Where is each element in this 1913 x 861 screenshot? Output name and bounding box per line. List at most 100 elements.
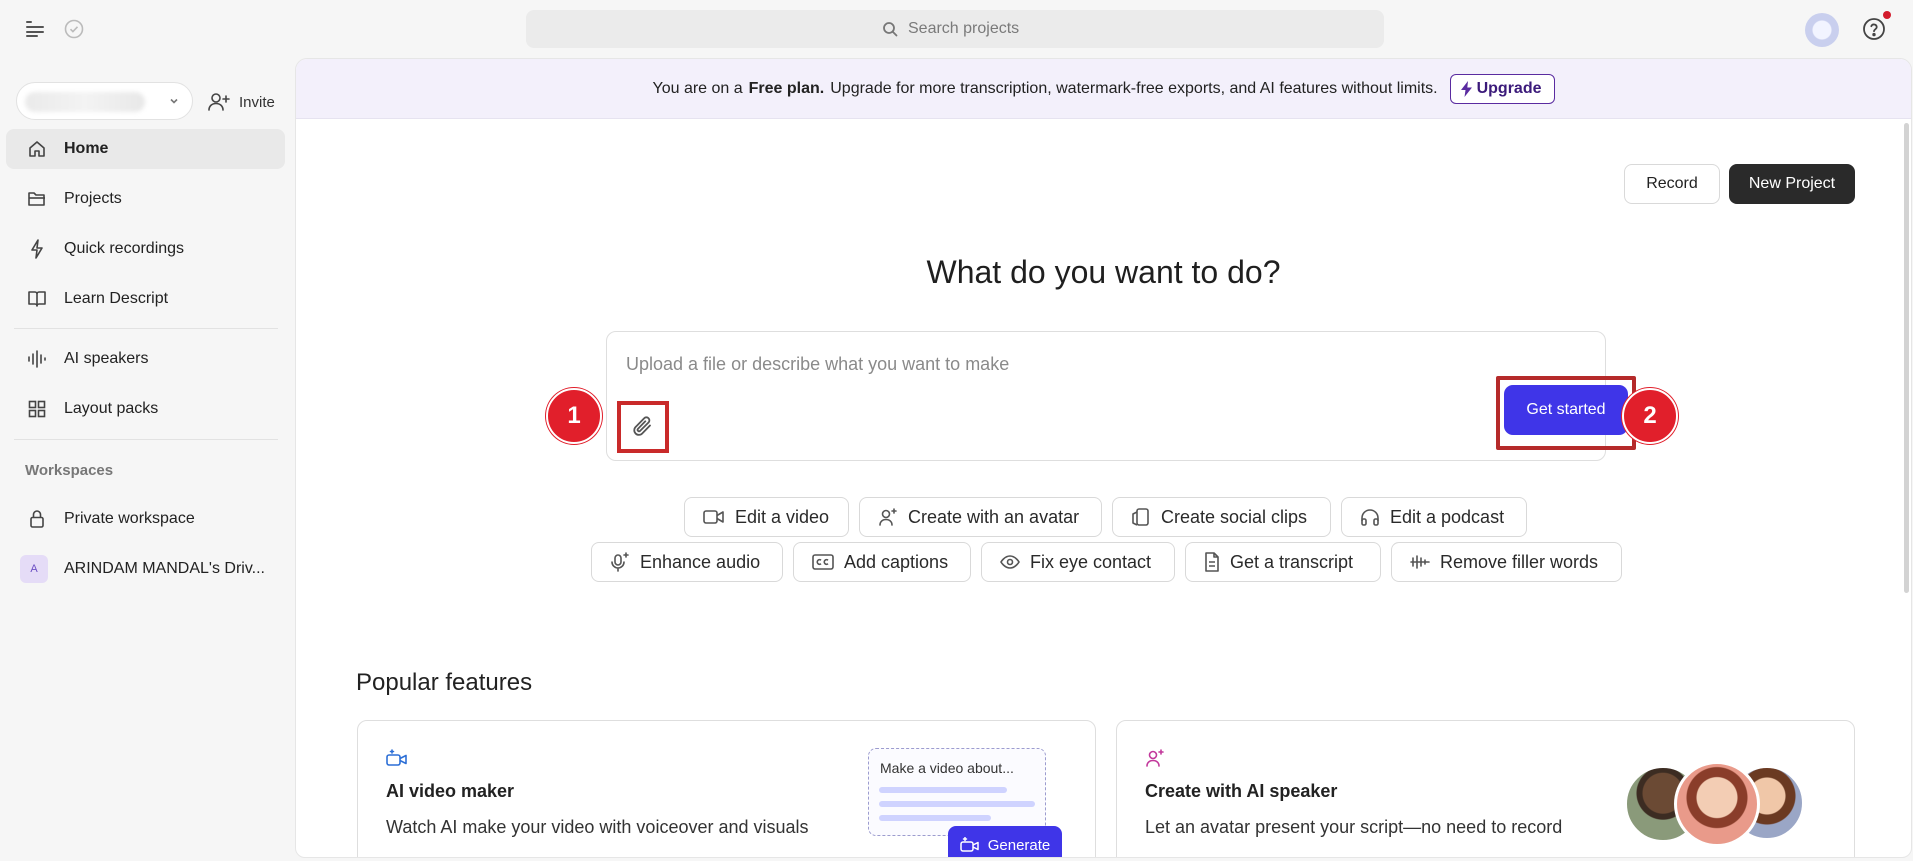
- chip-label: Fix eye contact: [1030, 551, 1152, 572]
- chip-create-avatar[interactable]: Create with an avatar: [859, 497, 1102, 537]
- chip-label: Add captions: [844, 551, 949, 572]
- sidebar-item-layout-packs[interactable]: Layout packs: [6, 389, 285, 429]
- generate-button[interactable]: Generate: [948, 826, 1062, 857]
- workspace-selector[interactable]: [16, 82, 193, 120]
- lightning-icon: [6, 239, 64, 259]
- search-icon: [882, 21, 898, 37]
- preview-text: Make a video about...: [880, 760, 1014, 776]
- new-project-button[interactable]: New Project: [1729, 164, 1855, 204]
- ai-video-icon: [386, 749, 408, 767]
- search-bar[interactable]: [526, 10, 1384, 48]
- preview-line: [879, 815, 991, 821]
- attach-file-button[interactable]: [617, 401, 669, 453]
- chip-edit-podcast[interactable]: Edit a podcast: [1341, 497, 1527, 537]
- sidebar-menu-icon[interactable]: [24, 18, 46, 40]
- help-icon[interactable]: [1862, 17, 1888, 43]
- plan-banner: You are on a Free plan. Upgrade for more…: [296, 59, 1911, 119]
- add-user-icon: [208, 92, 230, 112]
- chip-label: Remove filler words: [1440, 551, 1599, 572]
- card-title: AI video maker: [386, 781, 515, 801]
- scrollbar[interactable]: [1904, 123, 1909, 593]
- upgrade-button[interactable]: Upgrade: [1449, 73, 1555, 104]
- banner-plan: Free plan.: [748, 79, 825, 97]
- ai-video-icon: [959, 837, 980, 853]
- chip-label: Create with an avatar: [908, 506, 1080, 527]
- banner-prefix: You are on a: [652, 79, 743, 97]
- card-ai-video-maker[interactable]: AI video maker Watch AI make your video …: [357, 720, 1096, 857]
- annotation-marker-1: 1: [546, 388, 602, 444]
- user-avatar[interactable]: [1805, 13, 1839, 47]
- chip-enhance-audio[interactable]: Enhance audio: [591, 542, 783, 582]
- social-clips-icon: [1131, 507, 1151, 527]
- avatar-sparkle-icon: [878, 508, 898, 526]
- banner-suffix: Upgrade for more transcription, watermar…: [830, 79, 1438, 97]
- chip-remove-filler-words[interactable]: Remove filler words: [1391, 542, 1622, 582]
- prompt-preview: Make a video about...: [868, 748, 1046, 836]
- sidebar-item-label: Layout packs: [64, 400, 159, 417]
- sidebar-item-quick-recordings[interactable]: Quick recordings: [6, 229, 285, 269]
- sidebar-divider: [14, 328, 278, 329]
- card-description: Watch AI make your video with voiceover …: [386, 817, 809, 837]
- book-icon: [6, 290, 64, 308]
- chip-edit-video[interactable]: Edit a video: [684, 497, 849, 537]
- sidebar-item-label: AI speakers: [64, 350, 149, 367]
- invite-label: Invite: [239, 93, 275, 111]
- card-create-ai-speaker[interactable]: Create with AI speaker Let an avatar pre…: [1116, 720, 1855, 857]
- sidebar: Invite Home Projects Quick recordings Le…: [0, 58, 292, 861]
- folder-icon: [6, 190, 64, 208]
- preview-line: [879, 801, 1035, 807]
- chip-fix-eye-contact[interactable]: Fix eye contact: [981, 542, 1175, 582]
- chevron-down-icon: [168, 95, 180, 107]
- sidebar-item-ai-speakers[interactable]: AI speakers: [6, 339, 285, 379]
- get-started-button[interactable]: Get started: [1504, 385, 1628, 435]
- sidebar-item-learn-descript[interactable]: Learn Descript: [6, 279, 285, 319]
- chip-label: Edit a podcast: [1390, 506, 1505, 527]
- lock-icon: [6, 509, 64, 529]
- sidebar-divider: [14, 439, 278, 440]
- chip-get-transcript[interactable]: Get a transcript: [1185, 542, 1381, 582]
- sidebar-item-label: Private workspace: [64, 510, 195, 527]
- record-button[interactable]: Record: [1624, 164, 1720, 204]
- chip-social-clips[interactable]: Create social clips: [1112, 497, 1331, 537]
- sidebar-item-label: Projects: [64, 190, 122, 207]
- filler-words-icon: [1410, 555, 1430, 569]
- sidebar-item-drive[interactable]: A ARINDAM MANDAL's Driv...: [6, 549, 285, 589]
- sidebar-item-home[interactable]: Home: [6, 129, 285, 169]
- waveform-icon: [6, 350, 64, 368]
- sidebar-item-label: Home: [64, 140, 109, 157]
- notification-dot: [1883, 11, 1891, 19]
- document-icon: [1204, 552, 1220, 572]
- invite-button[interactable]: Invite: [208, 86, 275, 118]
- drive-badge: A: [20, 555, 48, 583]
- sidebar-item-private-workspace[interactable]: Private workspace: [6, 499, 285, 539]
- mic-sparkle-icon: [610, 552, 630, 572]
- video-camera-icon: [703, 509, 725, 525]
- grid-icon: [6, 400, 64, 418]
- check-circle-icon[interactable]: [63, 18, 85, 40]
- avatar-sparkle-icon: [1145, 749, 1165, 767]
- lightning-icon: [1460, 80, 1472, 97]
- headphones-icon: [1360, 508, 1380, 526]
- sidebar-item-projects[interactable]: Projects: [6, 179, 285, 219]
- preview-line: [879, 787, 1007, 793]
- home-icon: [6, 139, 64, 159]
- generate-label: Generate: [987, 836, 1051, 854]
- paperclip-icon: [631, 414, 655, 440]
- chip-label: Create social clips: [1161, 506, 1308, 527]
- top-bar: [0, 0, 1913, 58]
- sidebar-item-label: Quick recordings: [64, 240, 185, 257]
- cc-icon: [812, 554, 834, 570]
- search-input[interactable]: [908, 20, 1028, 38]
- popular-features-heading: Popular features: [356, 669, 533, 696]
- avatar-woman-image: [1674, 761, 1760, 847]
- workspace-name-blurred: [25, 92, 145, 112]
- main-panel: You are on a Free plan. Upgrade for more…: [295, 58, 1912, 858]
- annotation-marker-2: 2: [1622, 388, 1678, 444]
- sidebar-item-label: ARINDAM MANDAL's Driv...: [64, 560, 265, 577]
- prompt-input[interactable]: [626, 354, 1326, 384]
- prompt-box: [606, 331, 1606, 461]
- page-title: What do you want to do?: [926, 254, 1281, 290]
- workspaces-heading: Workspaces: [25, 462, 114, 479]
- chip-add-captions[interactable]: Add captions: [793, 542, 971, 582]
- chip-label: Get a transcript: [1230, 551, 1354, 572]
